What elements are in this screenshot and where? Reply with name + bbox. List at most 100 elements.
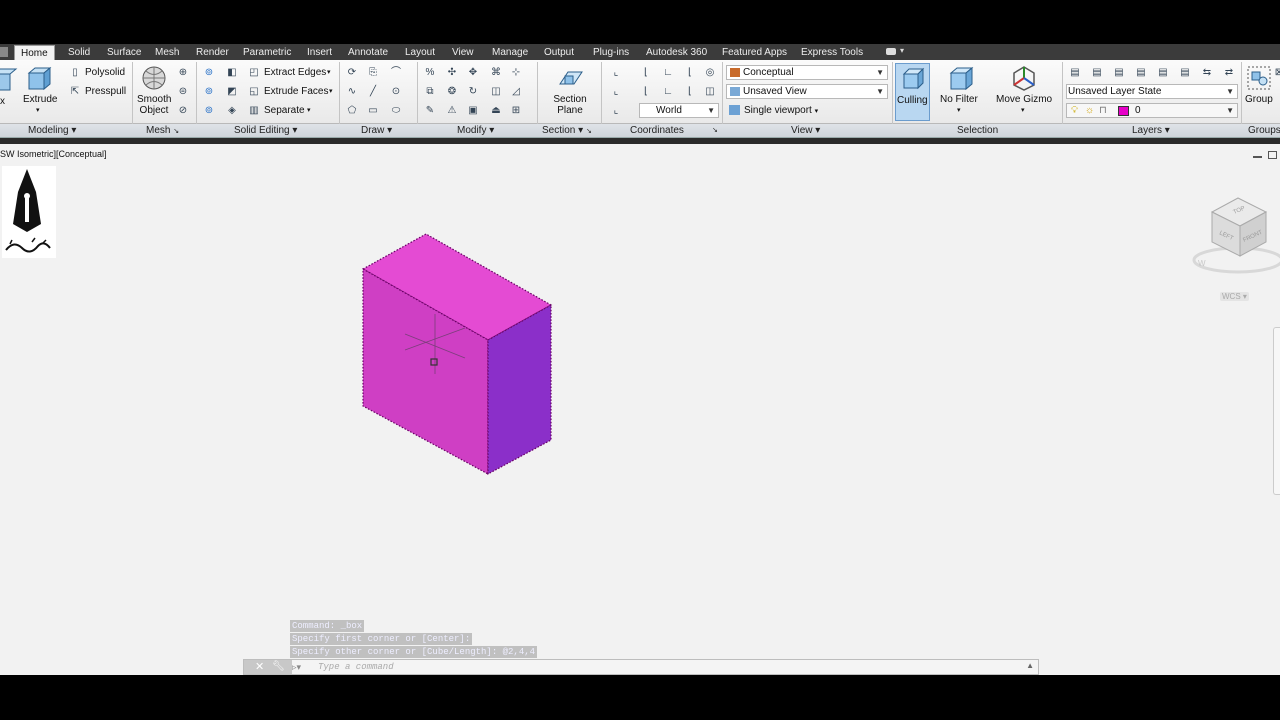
smooth-object-icon[interactable]	[140, 64, 168, 92]
align-icon[interactable]: ⚠	[445, 104, 459, 118]
explode-icon[interactable]: ⏏	[489, 104, 503, 118]
extrude-faces-icon[interactable]: ◱	[247, 85, 261, 99]
slice-icon[interactable]: ◧	[225, 66, 239, 80]
mesh-crease-icon[interactable]: ⊘	[176, 104, 190, 118]
no-filter-icon[interactable]	[946, 64, 974, 92]
compass-west-label[interactable]: W	[1198, 259, 1206, 268]
panel-modeling-title[interactable]: Modeling ▾	[28, 124, 76, 138]
intersect-icon[interactable]: ⊚	[202, 104, 216, 118]
panel-groups-title[interactable]: Groups	[1248, 124, 1280, 138]
group-icon[interactable]	[1245, 64, 1273, 92]
app-menu-button[interactable]	[0, 47, 8, 57]
rectangular-array-icon[interactable]: ⊞	[509, 104, 523, 118]
drawing-viewport[interactable]: SW Isometric][Conceptual] TOP LEFT FRONT…	[0, 144, 1280, 675]
mirror-icon[interactable]: ⧉	[423, 85, 437, 99]
arc-icon[interactable]: ⌒	[389, 66, 403, 80]
tab-manage[interactable]: Manage	[486, 45, 534, 60]
panel-view-title[interactable]: View ▾	[791, 124, 820, 138]
tab-annotate[interactable]: Annotate	[342, 45, 394, 60]
saved-view-select[interactable]: Unsaved View ▼	[726, 84, 888, 99]
3d-move-icon[interactable]: ✣	[445, 66, 459, 80]
culling-button[interactable]: Culling	[895, 63, 930, 121]
extract-edges-icon[interactable]: ◰	[247, 66, 261, 80]
viewport-config-button[interactable]: Single viewport ▾	[729, 105, 818, 118]
layer-freeze-icon[interactable]: ▤	[1134, 66, 1148, 80]
restore-viewport-icon[interactable]	[1268, 151, 1277, 159]
ucs-3point-icon[interactable]: ∟	[661, 85, 675, 99]
panel-layers-title[interactable]: Layers ▾	[1132, 124, 1170, 138]
move-icon[interactable]: ⟳	[345, 66, 359, 80]
ucs-z-icon[interactable]: ⌊	[683, 85, 697, 99]
coordinates-world-select[interactable]: World ▼	[639, 103, 719, 118]
circle-icon[interactable]: ⊙	[389, 85, 403, 99]
panel-mesh-title[interactable]: Mesh ↘	[146, 124, 179, 138]
ungroup-icon[interactable]: ⊠	[1272, 66, 1280, 80]
subtract-icon[interactable]: ⊚	[202, 85, 216, 99]
ucs-object-icon[interactable]: ◎	[703, 66, 717, 80]
array-icon[interactable]: ❂	[445, 85, 459, 99]
separate-dropdown-icon[interactable]: ▾	[307, 105, 311, 117]
command-input[interactable]: Type a command	[318, 661, 394, 674]
layer-state-select[interactable]: Unsaved Layer State ▼	[1066, 84, 1238, 99]
ucs-face-icon[interactable]: ⌊	[639, 85, 653, 99]
tab-surface[interactable]: Surface	[101, 45, 147, 60]
polygon-icon[interactable]: ⬠	[345, 104, 359, 118]
panel-coordinates-title[interactable]: Coordinates ↘	[630, 124, 718, 138]
smooth-object-button[interactable]: Smooth Object	[137, 94, 171, 116]
panel-section-title[interactable]: Section ▾ ↘	[542, 124, 592, 138]
panel-solid-editing-title[interactable]: Solid Editing ▾	[234, 124, 297, 138]
layer-match-icon[interactable]: ⇆	[1200, 66, 1214, 80]
section-plane-button[interactable]: Section Plane	[553, 94, 587, 116]
extract-edges-button[interactable]: Extract Edges	[264, 67, 326, 79]
section-plane-icon[interactable]	[556, 64, 584, 92]
offset-icon[interactable]: ◫	[489, 85, 503, 99]
tab-featured-apps[interactable]: Featured Apps	[716, 45, 793, 60]
presspull-icon[interactable]: ⇱	[68, 85, 82, 99]
ribbon-toggle-chevron-icon[interactable]: ▾	[900, 46, 904, 55]
current-layer-select[interactable]: 💡︎ ☼ ⊓ 0 ▼	[1066, 103, 1238, 118]
presspull-button[interactable]: Presspull	[85, 86, 126, 98]
3d-scale-icon[interactable]: ⌘	[489, 66, 503, 80]
separate-button[interactable]: Separate	[264, 105, 305, 117]
tab-plug-ins[interactable]: Plug-ins	[587, 45, 635, 60]
box-label[interactable]: x	[0, 96, 5, 108]
panel-modify-title[interactable]: Modify ▾	[457, 124, 494, 138]
extrude-button[interactable]: Extrude	[23, 94, 57, 106]
tab-render[interactable]: Render	[190, 45, 235, 60]
polysolid-button[interactable]: Polysolid	[85, 67, 125, 79]
tab-parametric[interactable]: Parametric	[237, 45, 297, 60]
layer-unisolate-icon[interactable]: ▤	[1112, 66, 1126, 80]
ribbon-toggle-icon[interactable]	[886, 48, 896, 55]
tab-view[interactable]: View	[446, 45, 480, 60]
minimize-viewport-icon[interactable]	[1253, 153, 1262, 158]
extract-edges-dropdown-icon[interactable]: ▾	[327, 67, 331, 79]
ucs-previous-icon[interactable]: ◫	[703, 85, 717, 99]
interfere-icon[interactable]: ◩	[225, 85, 239, 99]
close-icon[interactable]: ✕	[255, 660, 264, 674]
fillet-icon[interactable]: %	[423, 66, 437, 80]
tab-insert[interactable]: Insert	[301, 45, 338, 60]
tab-solid[interactable]: Solid	[62, 45, 96, 60]
panel-draw-title[interactable]: Draw ▾	[361, 124, 392, 138]
polysolid-icon[interactable]: ▯	[68, 66, 82, 80]
tab-output[interactable]: Output	[538, 45, 580, 60]
tab-layout[interactable]: Layout	[399, 45, 441, 60]
layer-properties-icon[interactable]: ▤	[1068, 66, 1082, 80]
tab-express-tools[interactable]: Express Tools	[795, 45, 869, 60]
erase-icon[interactable]: ✎	[423, 104, 437, 118]
command-prompt-icon[interactable]: ▹▾	[292, 662, 301, 672]
union-icon[interactable]: ⊚	[202, 66, 216, 80]
stretch-icon[interactable]: ▣	[466, 104, 480, 118]
line-icon[interactable]: ╱	[366, 85, 380, 99]
ucs-icon[interactable]: ⌞	[609, 66, 623, 80]
rotate-icon[interactable]: ↻	[466, 85, 480, 99]
layer-off-icon[interactable]: ▤	[1156, 66, 1170, 80]
extrude-icon[interactable]	[24, 64, 52, 92]
layer-isolate-icon[interactable]: ▤	[1090, 66, 1104, 80]
extrude-faces-dropdown-icon[interactable]: ▾	[329, 86, 333, 98]
ucs-origin-icon[interactable]: ∟	[661, 66, 675, 80]
copy-icon[interactable]: ⎘	[366, 66, 380, 80]
mesh-smooth-more-icon[interactable]: ⊜	[176, 85, 190, 99]
visual-style-select[interactable]: Conceptual ▼	[726, 65, 888, 80]
extrude-dropdown-icon[interactable]: ▾	[36, 105, 40, 117]
